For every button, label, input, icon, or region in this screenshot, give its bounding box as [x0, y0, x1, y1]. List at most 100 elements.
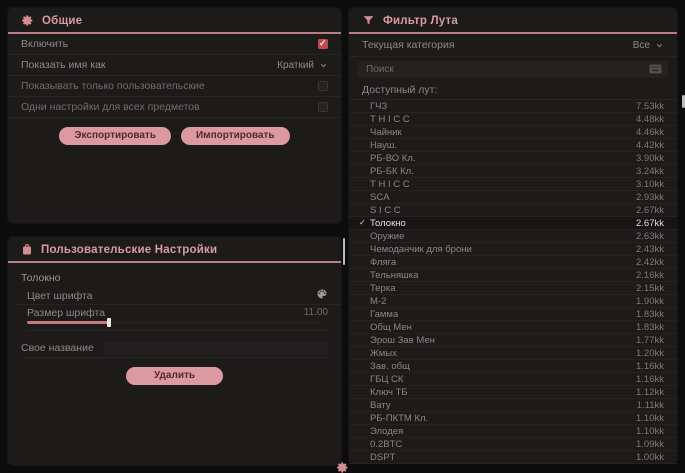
loot-list-item[interactable]: ГЧЗ 7.53kk	[349, 100, 677, 113]
enable-label: Включить	[21, 38, 68, 50]
loot-item-name: Элодея	[370, 426, 636, 437]
loot-list-item[interactable]: SCA 2.93kk	[349, 191, 677, 204]
loot-item-value: 7.53kk	[636, 101, 664, 112]
loot-item-value: 2.93kk	[636, 192, 664, 203]
name-mode-dropdown[interactable]: Краткий	[277, 60, 328, 71]
loot-list-item[interactable]: ГБЦ СК 1.16kk	[349, 373, 677, 386]
loot-list-item[interactable]: Чемоданчик для брони 2.43kk	[349, 243, 677, 256]
loot-item-value: 1.16kk	[636, 374, 664, 385]
delete-row: Удалить	[8, 367, 341, 385]
loot-list-item[interactable]: Тельняшка 2.16kk	[349, 269, 677, 282]
loot-list-item[interactable]: Зав. общ 1.16kk	[349, 360, 677, 373]
loot-item-value: 1.10kk	[636, 413, 664, 424]
font-size-slider[interactable]	[27, 321, 319, 324]
available-loot-label: Доступный лут:	[349, 78, 677, 99]
custom-name-input[interactable]	[104, 342, 328, 355]
overlay-anchor-icon[interactable]	[336, 461, 349, 473]
loot-list-item[interactable]: Эрош Зав Мен 1.77kk	[349, 334, 677, 347]
loot-list-item[interactable]: DSPT 1.00kk	[349, 451, 677, 464]
loot-item-name: 0.2BTC	[370, 439, 636, 450]
loot-list-item[interactable]: Оружие 2.63kk	[349, 230, 677, 243]
custom-name-row: Свое название	[21, 339, 328, 358]
loot-item-name: Чемоданчик для брони	[370, 244, 636, 255]
palette-icon[interactable]	[316, 288, 328, 303]
same-settings-checkbox[interactable]	[318, 102, 328, 112]
font-size-slider-wrap	[27, 321, 328, 331]
export-button[interactable]: Экспортировать	[59, 127, 171, 145]
loot-item-value: 1.83kk	[636, 322, 664, 333]
font-size-slider-fill	[27, 321, 109, 324]
only-custom-checkbox[interactable]	[318, 81, 328, 91]
loot-list-item[interactable]: S І С С 2.67kk	[349, 204, 677, 217]
loot-list-item[interactable]: Вату 1.11kk	[349, 399, 677, 412]
search-bar	[358, 61, 668, 78]
only-custom-label: Показывать только пользовательские	[21, 80, 205, 92]
loot-list-item[interactable]: Фляга 2.42kk	[349, 256, 677, 269]
loot-list: ГЧЗ 7.53kk Т Н І С С 4.48kk Чайник 4.46k…	[349, 99, 677, 466]
loot-item-name: Фляга	[370, 257, 636, 268]
import-button[interactable]: Импортировать	[181, 127, 290, 145]
funnel-icon	[362, 14, 375, 27]
loot-list-item[interactable]: Ключ ТБ 1.12kk	[349, 386, 677, 399]
loot-item-value: 1.20kk	[636, 348, 664, 359]
loot-item-value: 3.24kk	[636, 166, 664, 177]
loot-item-name: Зав. общ	[370, 361, 636, 372]
loot-item-name: Чайник	[370, 127, 636, 138]
loot-list-item[interactable]: Науш. 4.42kk	[349, 139, 677, 152]
loot-item-value: 3.90kk	[636, 153, 664, 164]
loot-item-name: Толокно	[370, 218, 636, 229]
delete-button[interactable]: Удалить	[126, 367, 223, 385]
setting-row-only-custom: Показывать только пользовательские	[8, 76, 341, 97]
loot-item-name: Гамма	[370, 309, 636, 320]
loot-list-item[interactable]: РБ-ВО Кл. 3.90kk	[349, 152, 677, 165]
loot-list-item[interactable]: Гамма 1.83kk	[349, 308, 677, 321]
search-input[interactable]	[364, 63, 649, 76]
general-panel: Общие Включить Показать имя как Краткий …	[8, 8, 341, 223]
export-import-row: Экспортировать Импортировать	[8, 127, 341, 145]
chevron-down-icon	[655, 41, 664, 50]
loot-filter-panel: Фильтр Лута Текущая категория Все Доступ…	[349, 8, 677, 463]
check-icon: ✓	[359, 217, 370, 229]
loot-item-value: 2.67kk	[636, 218, 664, 229]
general-panel-header: Общие	[8, 8, 341, 34]
loot-list-item[interactable]: Общ Мен 1.83kk	[349, 321, 677, 334]
loot-item-value: 2.15kk	[636, 283, 664, 294]
loot-item-value: 2.42kk	[636, 257, 664, 268]
loot-item-name: S І С С	[370, 205, 636, 216]
font-size-slider-thumb[interactable]	[107, 318, 111, 327]
left-column-scrollbar-thumb[interactable]	[343, 238, 345, 265]
loot-list-item[interactable]: Элодея 1.10kk	[349, 425, 677, 438]
loot-item-value: 4.42kk	[636, 140, 664, 151]
loot-item-name: Тельняшка	[370, 270, 636, 281]
loot-list-item[interactable]: РБ-БК Кл. 3.24kk	[349, 165, 677, 178]
loot-list-item[interactable]: Терка 2.15kk	[349, 282, 677, 295]
loot-item-name: РБ-ВО Кл.	[370, 153, 636, 164]
loot-item-name: Общ Мен	[370, 322, 636, 333]
name-mode-label: Показать имя как	[21, 59, 106, 71]
loot-item-name: ГБЦ СК	[370, 374, 636, 385]
font-color-row: Цвет шрифта	[14, 287, 341, 305]
keyboard-icon[interactable]	[649, 61, 662, 79]
loot-item-name: Оружие	[370, 231, 636, 242]
loot-list-item[interactable]: РБ-ПКТМ Кл. 1.10kk	[349, 412, 677, 425]
loot-item-name: Вату	[370, 400, 637, 411]
loot-list-item[interactable]: Т Н І С С 3.10kk	[349, 178, 677, 191]
loot-item-name: ГЧЗ	[370, 101, 636, 112]
loot-list-item[interactable]: Чайник 4.46kk	[349, 126, 677, 139]
loot-item-value: 4.46kk	[636, 127, 664, 138]
category-row: Текущая категория Все	[349, 34, 677, 57]
loot-list-item[interactable]: Т Н І С С 4.48kk	[349, 113, 677, 126]
enable-checkbox[interactable]	[318, 39, 328, 49]
setting-row-enable: Включить	[8, 34, 341, 55]
loot-item-value: 1.12kk	[636, 387, 664, 398]
category-dropdown[interactable]: Все	[633, 40, 664, 51]
loot-list-item[interactable]: 0.2BTC 1.09kk	[349, 438, 677, 451]
loot-list-item[interactable]: М-2 1.90kk	[349, 295, 677, 308]
font-size-value: 11.00	[304, 307, 328, 318]
loot-item-name: РБ-ПКТМ Кл.	[370, 413, 636, 424]
selected-item-name: Толокно	[8, 263, 341, 287]
font-size-row: Размер шрифта 11.00	[14, 305, 341, 320]
loot-list-item[interactable]: Жмых 1.20kk	[349, 347, 677, 360]
loot-list-item[interactable]: ✓ Толокно 2.67kk	[349, 217, 677, 230]
loot-item-value: 1.09kk	[636, 439, 664, 450]
